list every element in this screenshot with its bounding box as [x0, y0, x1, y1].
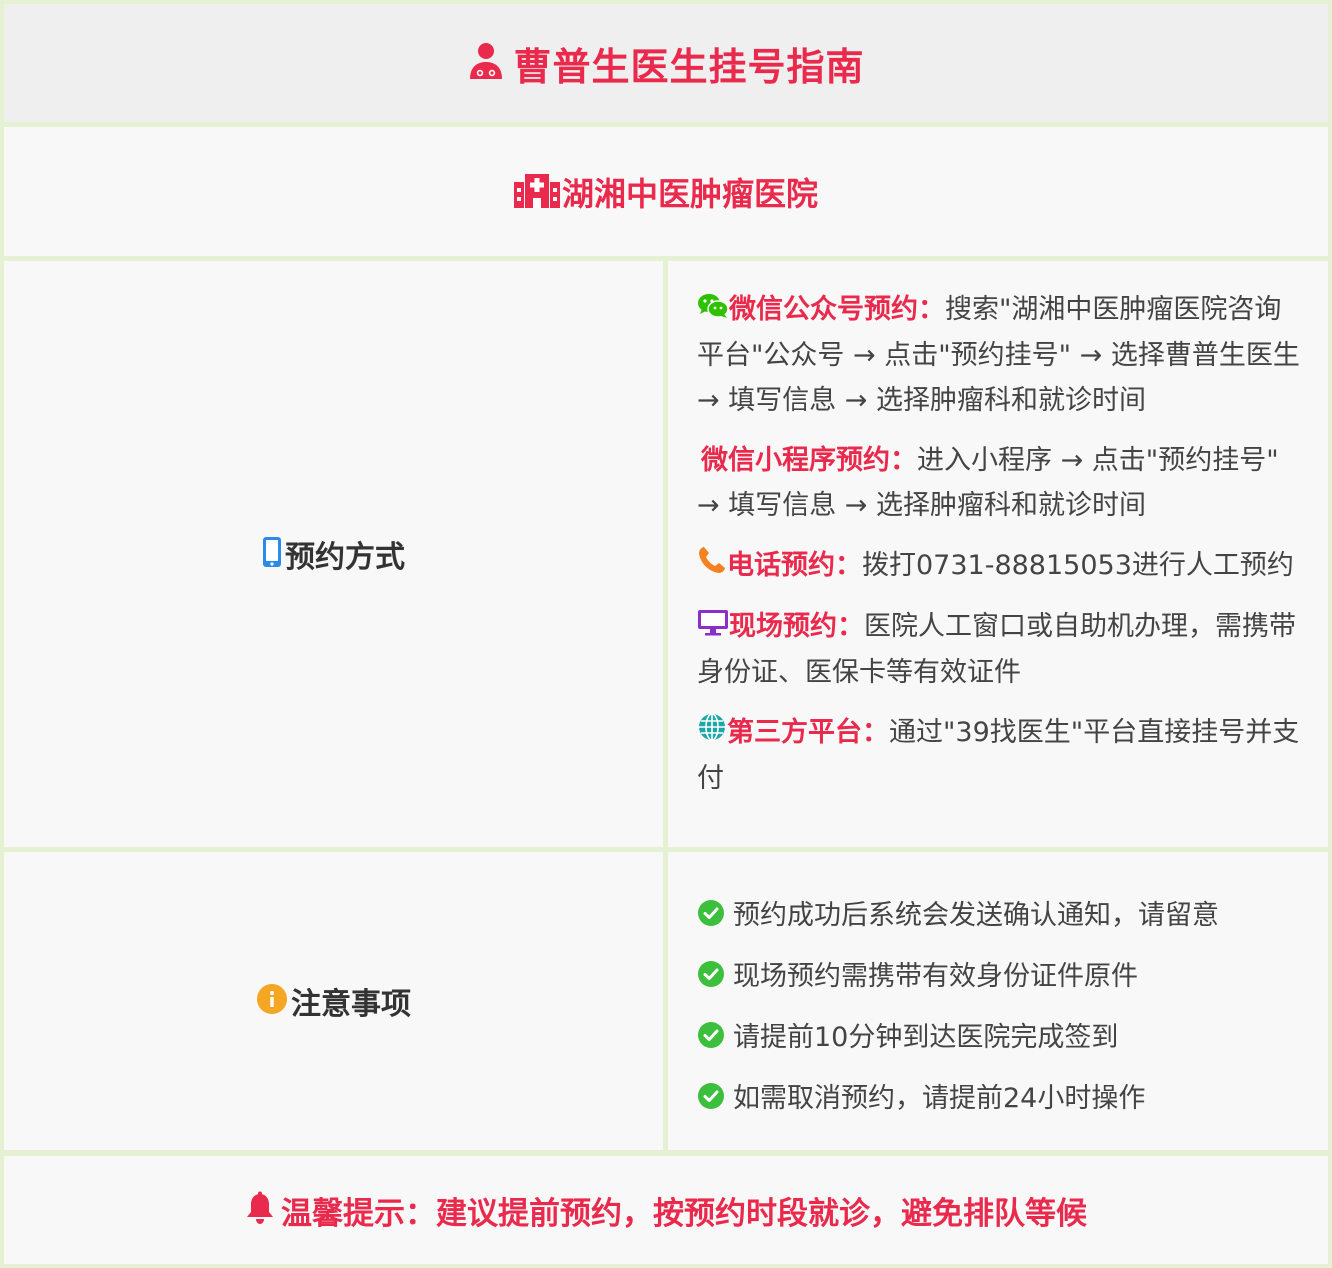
hospital-name: 湖湘中医肿瘤医院: [561, 174, 818, 213]
method-wechat-miniprogram: 微信小程序预约：进入小程序 → 点击"预约挂号" → 填写信息 → 选择肿瘤科和…: [697, 438, 1302, 528]
notes-list: 预约成功后系统会发送确认通知，请留意 现场预约需携带有效身份证件原件 请提前10…: [668, 852, 1328, 1150]
tip-text: 温馨提示：建议提前预约，按预约时段就诊，避免排队等候: [281, 1195, 1087, 1232]
notes-label: 注意事项: [291, 987, 411, 1022]
mobile-phone-icon: [262, 536, 282, 572]
guide-table: 曹普生医生挂号指南 湖湘中医肿瘤医院 预约方式 微信公众号预约：搜索"湖湘中医肿…: [0, 0, 1332, 1268]
note-text: 预约成功后系统会发送确认通知，请留意: [733, 900, 1219, 931]
tip-cell: 温馨提示：建议提前预约，按预约时段就诊，避免排队等候: [4, 1156, 1328, 1264]
info-icon: [256, 983, 288, 1019]
method-third-party: 第三方平台：通过"39找医生"平台直接挂号并支付: [697, 710, 1302, 801]
method-phone: 电话预约：拨打0731-88815053进行人工预约: [697, 543, 1302, 589]
method-label: 微信公众号预约：: [729, 294, 945, 325]
note-item: 预约成功后系统会发送确认通知，请留意: [697, 882, 1308, 943]
method-onsite: 现场预约：医院人工窗口或自助机办理，需携带身份证、医保卡等有效证件: [697, 604, 1302, 695]
bell-icon: [245, 1191, 275, 1229]
monitor-icon: [697, 605, 729, 650]
note-item: 如需取消预约，请提前24小时操作: [697, 1065, 1308, 1126]
method-label: 电话预约：: [727, 550, 862, 581]
note-text: 如需取消预约，请提前24小时操作: [733, 1083, 1146, 1114]
method-wechat-official: 微信公众号预约：搜索"湖湘中医肿瘤医院咨询平台"公众号 → 点击"预约挂号" →…: [697, 287, 1302, 423]
title-cell: 曹普生医生挂号指南: [4, 4, 1328, 122]
method-label: 现场预约：: [729, 611, 864, 642]
booking-methods: 微信公众号预约：搜索"湖湘中医肿瘤医院咨询平台"公众号 → 点击"预约挂号" →…: [668, 261, 1328, 847]
check-circle-icon: [698, 1082, 724, 1109]
note-text: 现场预约需携带有效身份证件原件: [733, 961, 1138, 992]
check-circle-icon: [698, 960, 724, 987]
hospital-cell: 湖湘中医肿瘤医院: [4, 127, 1328, 256]
globe-icon: [697, 711, 727, 756]
notes-label-cell: 注意事项: [4, 852, 663, 1150]
check-circle-icon: [698, 899, 724, 926]
booking-label: 预约方式: [285, 540, 405, 575]
doctor-icon: [467, 41, 505, 85]
method-text: 拨打0731-88815053进行人工预约: [862, 550, 1294, 581]
page-title: 曹普生医生挂号指南: [513, 44, 865, 89]
note-text: 请提前10分钟到达医院完成签到: [733, 1022, 1119, 1053]
booking-label-cell: 预约方式: [4, 261, 663, 847]
wechat-icon: [697, 288, 729, 333]
phone-icon: [697, 544, 727, 589]
check-circle-icon: [698, 1021, 724, 1048]
method-label: 第三方平台：: [727, 717, 889, 748]
method-label: 微信小程序预约：: [701, 445, 917, 476]
note-item: 请提前10分钟到达医院完成签到: [697, 1004, 1308, 1065]
note-item: 现场预约需携带有效身份证件原件: [697, 943, 1308, 1004]
hospital-icon: [513, 172, 560, 212]
